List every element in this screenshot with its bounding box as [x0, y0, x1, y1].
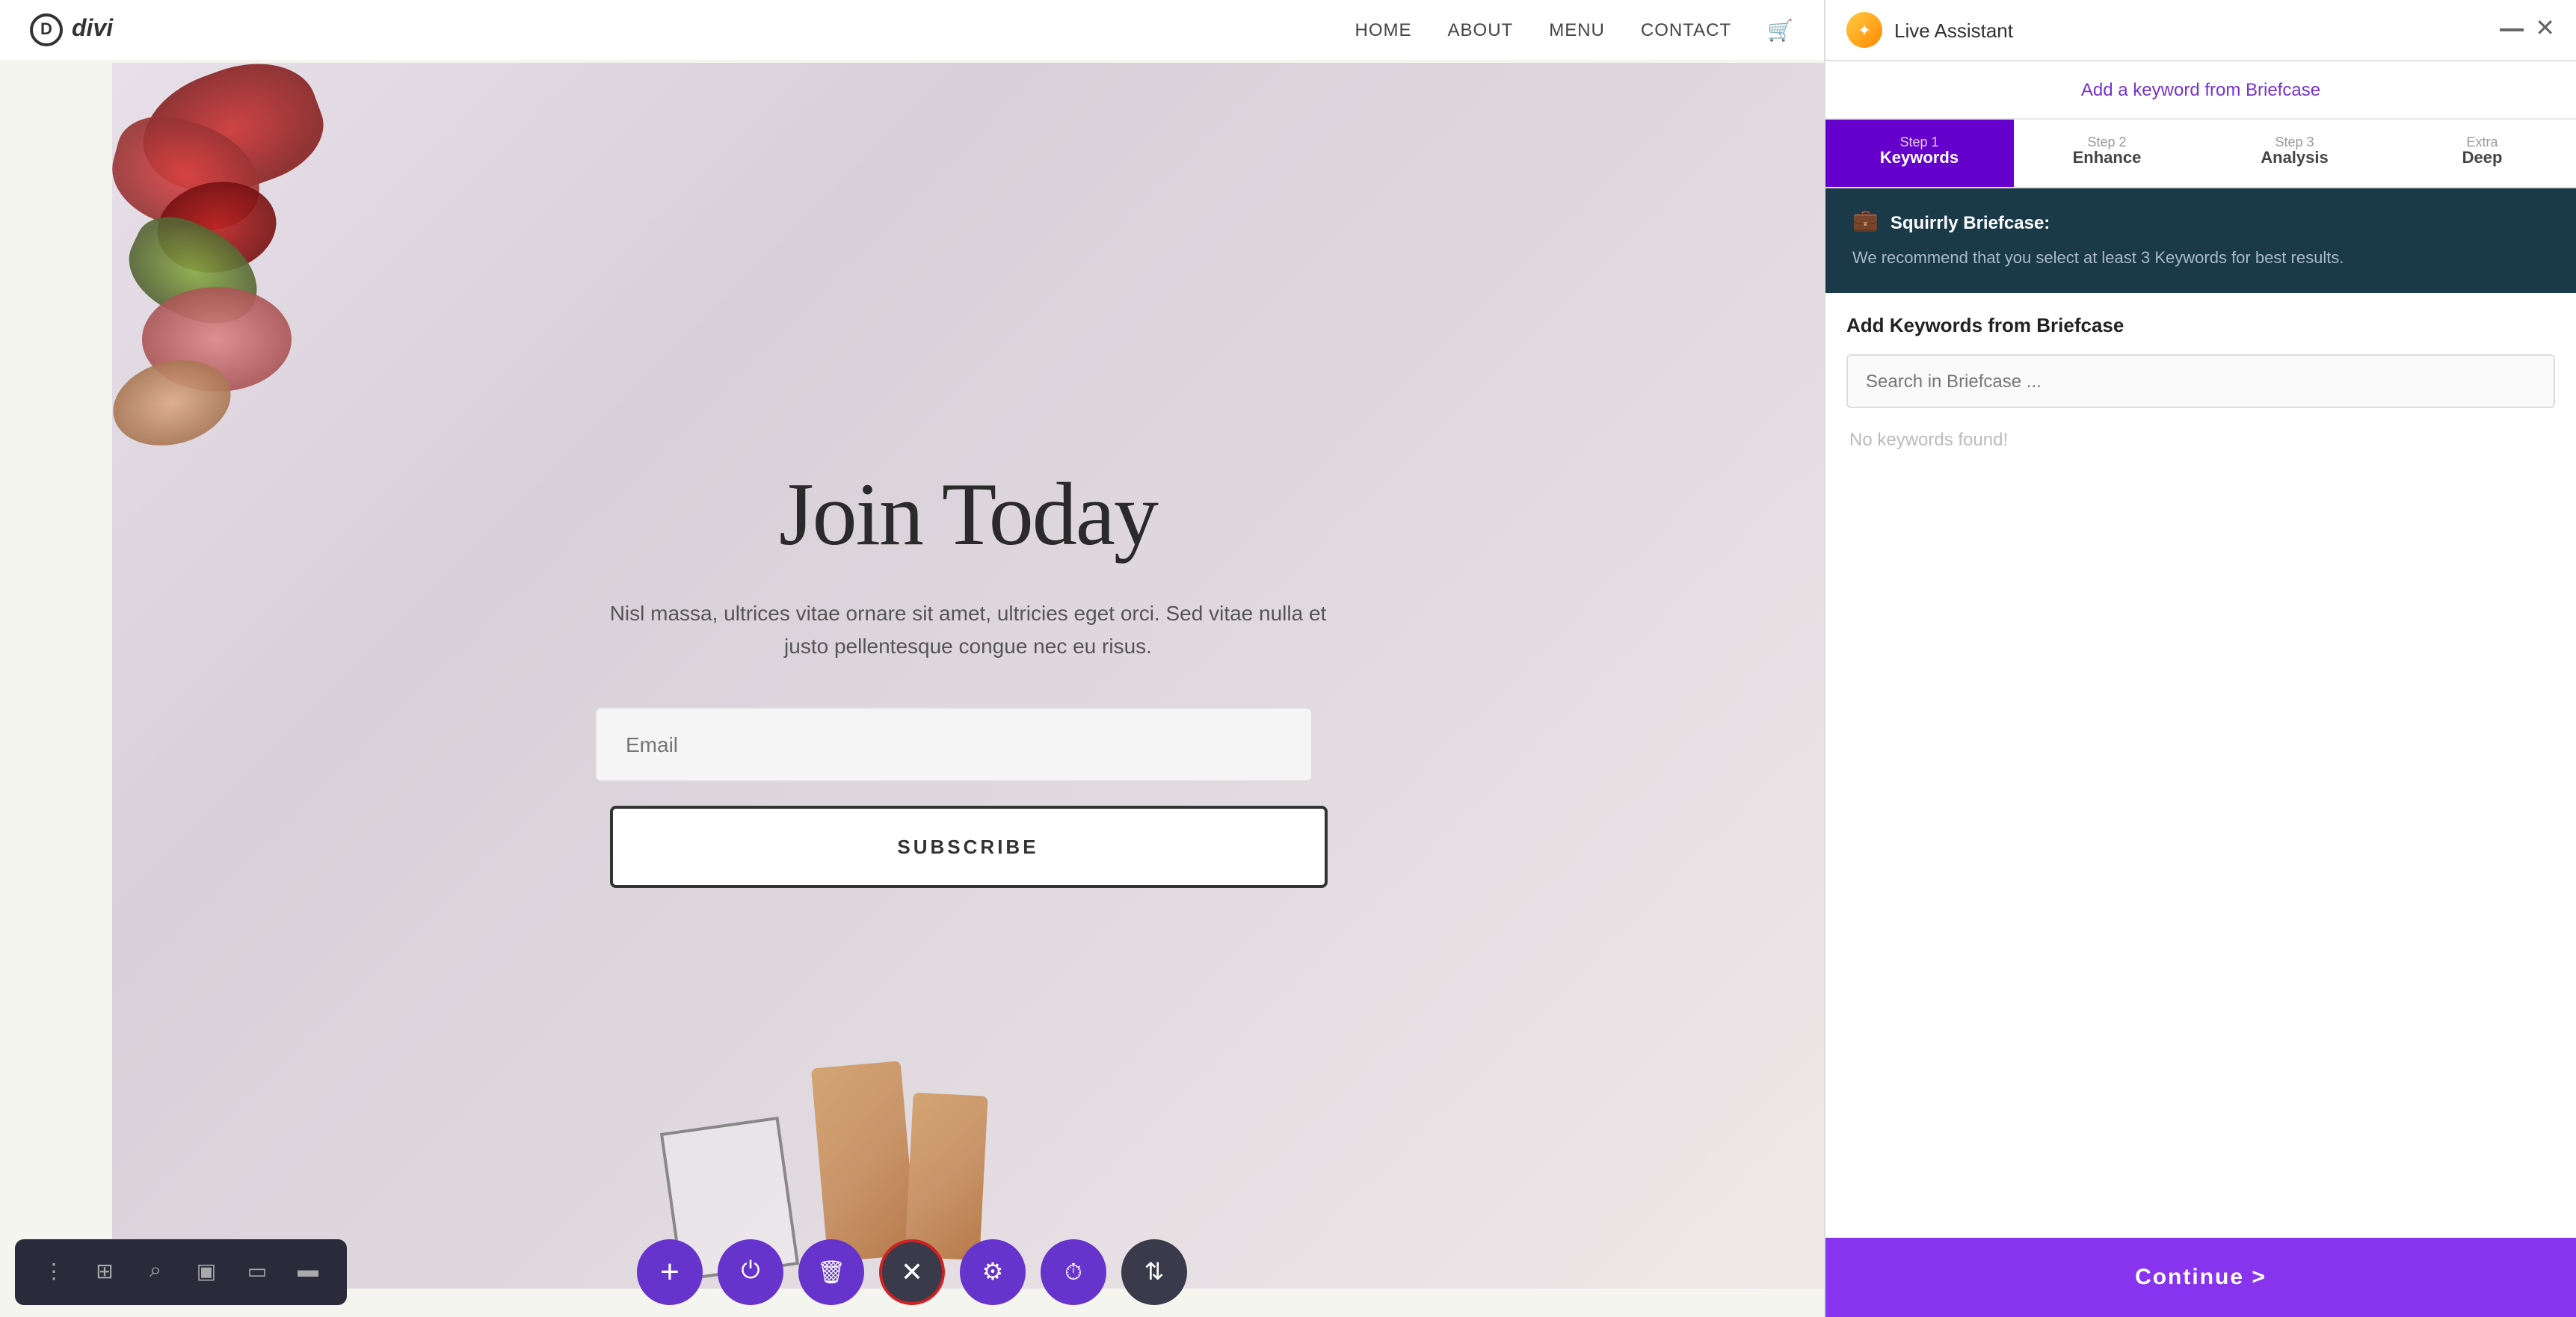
- subscribe-button[interactable]: SUBSCRIBE: [609, 806, 1327, 889]
- briefcase-recommendation-text: We recommend that you select at least 3 …: [1852, 247, 2549, 271]
- search-briefcase-input[interactable]: [1846, 354, 2555, 407]
- tablet-view-icon[interactable]: ▭: [236, 1251, 278, 1293]
- trash-button[interactable]: 🗑: [798, 1239, 864, 1305]
- tab-enhance-name: Enhance: [2025, 149, 2189, 167]
- nav-contact[interactable]: CONTACT: [1641, 19, 1731, 40]
- panel-header: ✦ Live Assistant ✕: [1825, 0, 2576, 61]
- assistant-avatar: ✦: [1846, 12, 1882, 48]
- tab-analysis-name: Analysis: [2213, 149, 2376, 167]
- add-keywords-section: Add Keywords from Briefcase No keywords …: [1825, 292, 2576, 1238]
- tab-keywords-name: Keywords: [1837, 149, 2001, 167]
- flower-decoration-left: [112, 63, 486, 631]
- desktop-view-icon[interactable]: ▣: [185, 1251, 227, 1293]
- logo-text: divi: [72, 16, 113, 43]
- hero-subtitle: Nisl massa, ultrices vitae ornare sit am…: [594, 596, 1342, 663]
- history-button[interactable]: ⏱: [1041, 1239, 1106, 1305]
- toolbar-left: ⋮ ⊞ ⌕ ▣ ▭ ▬: [15, 1239, 347, 1305]
- cart-icon[interactable]: 🛒: [1767, 17, 1794, 43]
- minimize-button[interactable]: [2499, 28, 2523, 31]
- nav-about[interactable]: ABOUT: [1448, 19, 1514, 40]
- mobile-view-icon[interactable]: ▬: [287, 1251, 329, 1293]
- briefcase-header: 💼 Squirrly Briefcase:: [1852, 209, 2549, 235]
- sort-button[interactable]: ⇅: [1121, 1239, 1187, 1305]
- toolbar-center: + ⏻ 🗑 ✕ ⚙ ⏱ ⇅: [637, 1239, 1187, 1305]
- grid-view-icon[interactable]: ⊞: [84, 1251, 126, 1293]
- panel-title: Live Assistant: [1894, 19, 2013, 41]
- step-tabs: Step 1 Keywords Step 2 Enhance Step 3 An…: [1825, 120, 2576, 188]
- hero-section: Join Today Nisl massa, ultrices vitae or…: [112, 63, 1824, 1289]
- add-button[interactable]: +: [637, 1239, 703, 1305]
- add-keyword-link-wrapper: Add a keyword from Briefcase: [1825, 61, 2576, 120]
- add-keyword-from-briefcase-link[interactable]: Add a keyword from Briefcase: [2081, 79, 2320, 100]
- email-input[interactable]: [594, 708, 1312, 783]
- logo-icon: D: [30, 13, 63, 46]
- tab-step2-label: Step 2: [2025, 135, 2189, 149]
- search-icon[interactable]: ⌕: [135, 1251, 176, 1293]
- add-keywords-title: Add Keywords from Briefcase: [1846, 313, 2555, 336]
- power-button[interactable]: ⏻: [718, 1239, 783, 1305]
- tab-step-keywords[interactable]: Step 1 Keywords: [1825, 120, 2013, 187]
- assistant-panel: ✦ Live Assistant ✕ Add a keyword from Br…: [1824, 0, 2576, 1317]
- top-nav: D divi HOME ABOUT MENU CONTACT 🛒: [0, 0, 1824, 60]
- briefcase-info-box: 💼 Squirrly Briefcase: We recommend that …: [1825, 188, 2576, 292]
- tab-step-extra[interactable]: Extra Deep: [2388, 120, 2576, 187]
- logo: D divi: [30, 13, 113, 46]
- nav-home[interactable]: HOME: [1355, 19, 1412, 40]
- tab-step3-label: Step 3: [2213, 135, 2376, 149]
- hero-content: Join Today Nisl massa, ultrices vitae or…: [594, 463, 1342, 889]
- email-input-wrapper: [594, 708, 1312, 783]
- tab-step-enhance[interactable]: Step 2 Enhance: [2013, 120, 2201, 187]
- nav-menu[interactable]: MENU: [1549, 19, 1605, 40]
- hero-title: Join Today: [594, 463, 1342, 566]
- briefcase-icon: 💼: [1852, 209, 1879, 235]
- nav-links: HOME ABOUT MENU CONTACT 🛒: [1355, 17, 1794, 43]
- logo-letter: D: [40, 21, 52, 39]
- close-panel-button[interactable]: ✕: [2535, 18, 2555, 42]
- tab-extra-label: Extra: [2400, 135, 2564, 149]
- tab-step1-label: Step 1: [1837, 135, 2001, 149]
- tab-step-analysis[interactable]: Step 3 Analysis: [2201, 120, 2388, 187]
- close-button[interactable]: ✕: [879, 1239, 945, 1305]
- tab-deep-name: Deep: [2400, 149, 2564, 167]
- panel-header-left: ✦ Live Assistant: [1846, 12, 2013, 48]
- more-options-icon[interactable]: ⋮: [33, 1251, 75, 1293]
- continue-button[interactable]: Continue >: [1825, 1238, 2576, 1317]
- website-area: D divi HOME ABOUT MENU CONTACT 🛒 Join To…: [0, 0, 1824, 1317]
- settings-button[interactable]: ⚙: [960, 1239, 1026, 1305]
- briefcase-title: Squirrly Briefcase:: [1891, 212, 2050, 232]
- no-keywords-text: No keywords found!: [1846, 422, 2555, 455]
- panel-close-controls: ✕: [2499, 18, 2555, 42]
- bottom-toolbar: ⋮ ⊞ ⌕ ▣ ▭ ▬ + ⏻ 🗑 ✕ ⚙ ⏱ ⇅: [0, 1227, 1824, 1317]
